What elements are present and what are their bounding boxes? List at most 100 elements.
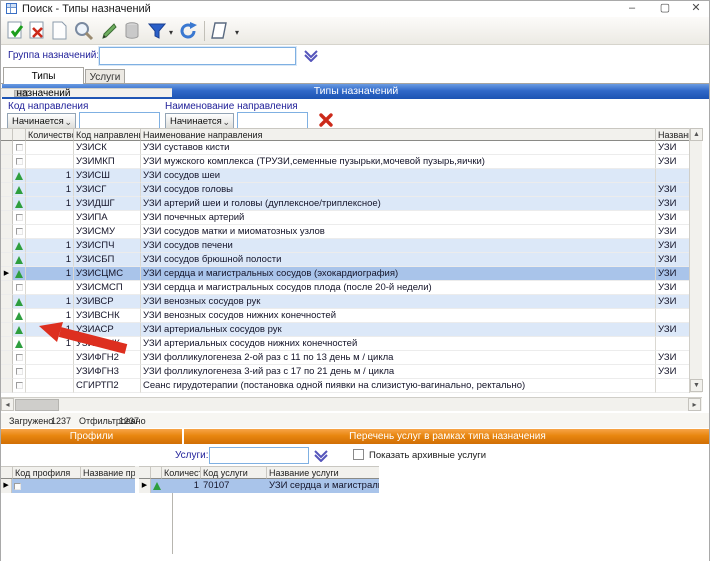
row-indicator-arrow-icon: ▶ xyxy=(139,479,151,493)
green-up-marker-icon xyxy=(13,337,26,351)
column-header[interactable] xyxy=(1,128,13,141)
empty-marker-icon xyxy=(13,141,26,155)
report-dropdown-arrow-icon[interactable]: ▾ xyxy=(235,28,239,37)
table-row[interactable]: 1УЗИСПЧУЗИ сосудов печениУЗИ xyxy=(1,239,702,253)
table-cell: УЗИ сосудов матки и миоматозных узлов xyxy=(141,225,656,239)
empty-marker-icon xyxy=(13,155,26,169)
app-grid-icon xyxy=(6,3,17,14)
edit-brush-icon[interactable] xyxy=(99,20,121,42)
column-header[interactable]: Наименование направления xyxy=(141,128,656,141)
table-cell: УЗИ сердца и магистральных сосудов xyxy=(267,479,379,493)
row-indicator xyxy=(1,351,13,365)
window-title: Поиск - Типы назначений xyxy=(22,3,151,15)
new-document-icon[interactable] xyxy=(49,20,71,42)
table-cell: 1 xyxy=(26,169,74,183)
scroll-left-icon[interactable]: ◂ xyxy=(1,398,14,411)
services-table: Количество услугКод услугиНазвание услуг… xyxy=(139,466,379,493)
close-button[interactable]: ✕ xyxy=(685,1,707,16)
scroll-up-icon[interactable]: ▲ xyxy=(690,128,703,141)
column-header[interactable] xyxy=(139,466,151,479)
horizontal-scrollbar[interactable]: ◂ ▸ xyxy=(1,397,702,411)
table-cell xyxy=(26,155,74,169)
row-indicator xyxy=(1,281,13,295)
group-input[interactable] xyxy=(99,47,296,65)
column-header[interactable] xyxy=(13,128,26,141)
table-cell: УЗИ мужского комплекса (ТРУЗИ,семенные п… xyxy=(141,155,656,169)
column-header[interactable]: Количество xyxy=(26,128,74,141)
table-row[interactable]: СГИРТП2Сеанс гирудотерапии (постановка о… xyxy=(1,379,702,393)
table-row[interactable]: ▶1УЗИСЦМСУЗИ сердца и магистральных сосу… xyxy=(1,267,702,281)
column-header[interactable]: Название услуги xyxy=(267,466,379,479)
group-double-chevron-down-icon[interactable] xyxy=(303,50,319,62)
table-cell: 70107 xyxy=(201,479,267,493)
table-row[interactable]: 1УЗИДШГУЗИ артерий шеи и головы (дуплекс… xyxy=(1,197,702,211)
services-table-header[interactable]: Количество услугКод услугиНазвание услуг… xyxy=(139,466,379,479)
table-row[interactable]: 1УЗИВСРУЗИ венозных сосудов рукУЗИ xyxy=(1,295,702,309)
table-row[interactable]: 1УЗИСБПУЗИ сосудов брюшной полостиУЗИ xyxy=(1,253,702,267)
table-cell: УЗИСШ xyxy=(74,169,141,183)
column-header[interactable] xyxy=(1,466,13,479)
filtered-count: 1237 xyxy=(119,416,139,426)
table-cell xyxy=(26,365,74,379)
maximize-button[interactable]: ▢ xyxy=(654,1,676,16)
minimize-button[interactable]: – xyxy=(621,1,643,16)
table-row[interactable]: ▶ xyxy=(1,479,135,493)
services-input[interactable] xyxy=(209,447,309,464)
table-row[interactable]: УЗИМКПУЗИ мужского комплекса (ТРУЗИ,семе… xyxy=(1,155,702,169)
table-cell xyxy=(26,281,74,295)
red-annotation-arrow-icon xyxy=(36,321,136,355)
vertical-scrollbar[interactable]: ▲ ▼ xyxy=(689,128,702,393)
row-indicator xyxy=(1,155,13,169)
filter-funnel-icon[interactable] xyxy=(146,20,168,42)
table-row[interactable]: УЗИСКУЗИ суставов кистиУЗИ xyxy=(1,141,702,155)
table-cell: УЗИ сосудов печени xyxy=(141,239,656,253)
filter-dropdown-arrow-icon[interactable]: ▾ xyxy=(169,28,173,37)
table-row[interactable]: УЗИСМУУЗИ сосудов матки и миоматозных уз… xyxy=(1,225,702,239)
table-cell xyxy=(26,141,74,155)
red-x-clear-icon[interactable] xyxy=(318,112,334,128)
table-row[interactable]: УЗИСМСПУЗИ сердца и магистральных сосудо… xyxy=(1,281,702,295)
green-up-marker-icon xyxy=(13,169,26,183)
table-cell: 1 xyxy=(162,479,201,493)
refresh-icon[interactable] xyxy=(177,20,199,42)
table-row[interactable]: ▶ 170107УЗИ сердца и магистральных сосудо… xyxy=(139,479,379,493)
column-header[interactable]: Код направления xyxy=(74,128,141,141)
search-icon[interactable] xyxy=(73,20,95,42)
toolbar: ▾ ▾ xyxy=(1,17,709,45)
group-field-row: Группа назначений: xyxy=(1,45,709,67)
column-header[interactable]: Название профи xyxy=(81,466,135,479)
column-header[interactable]: Количество услуг xyxy=(162,466,201,479)
table-cell: УЗИ венозных сосудов нижних конечностей xyxy=(141,309,656,323)
table-row[interactable]: 1УЗИСШУЗИ сосудов шеи xyxy=(1,169,702,183)
empty-marker-icon xyxy=(13,281,26,295)
accept-icon[interactable] xyxy=(5,20,27,42)
table-cell: УЗИ почечных артерий xyxy=(141,211,656,225)
table-header[interactable]: КоличествоКод направленияНаименование на… xyxy=(1,128,702,141)
row-indicator xyxy=(1,365,13,379)
table-row[interactable]: УЗИПАУЗИ почечных артерийУЗИ xyxy=(1,211,702,225)
table-cell: УЗИ фолликулогенеза 3-ий раз с 17 по 21 … xyxy=(141,365,656,379)
tab-assignment-types[interactable]: Типы назначений xyxy=(3,67,84,84)
delete-trash-icon[interactable] xyxy=(121,20,143,42)
empty-marker-icon xyxy=(12,479,22,493)
table-row[interactable]: УЗИФГН3УЗИ фолликулогенеза 3-ий раз с 17… xyxy=(1,365,702,379)
tab-services[interactable]: Услуги xyxy=(85,69,125,84)
table-cell: 1 xyxy=(26,183,74,197)
table-cell: УЗИ артериальных сосудов рук xyxy=(141,323,656,337)
green-up-marker-icon xyxy=(13,295,26,309)
row-indicator xyxy=(1,337,13,351)
report-export-icon[interactable] xyxy=(209,20,231,42)
scroll-right-icon[interactable]: ▸ xyxy=(688,398,701,411)
column-header[interactable]: Код услуги xyxy=(201,466,267,479)
table-cell: УЗИ сосудов шеи xyxy=(141,169,656,183)
filter-name-label: Наименование направления xyxy=(165,101,298,112)
services-double-chevron-down-icon[interactable] xyxy=(313,450,329,462)
column-header[interactable]: Код профиля xyxy=(13,466,81,479)
scroll-down-icon[interactable]: ▼ xyxy=(690,379,703,392)
column-header[interactable] xyxy=(151,466,162,479)
archive-checkbox[interactable] xyxy=(353,449,364,460)
scrollbar-thumb[interactable] xyxy=(15,399,59,411)
table-cell xyxy=(26,211,74,225)
cancel-icon[interactable] xyxy=(27,20,49,42)
table-row[interactable]: 1УЗИСГУЗИ сосудов головыУЗИ xyxy=(1,183,702,197)
